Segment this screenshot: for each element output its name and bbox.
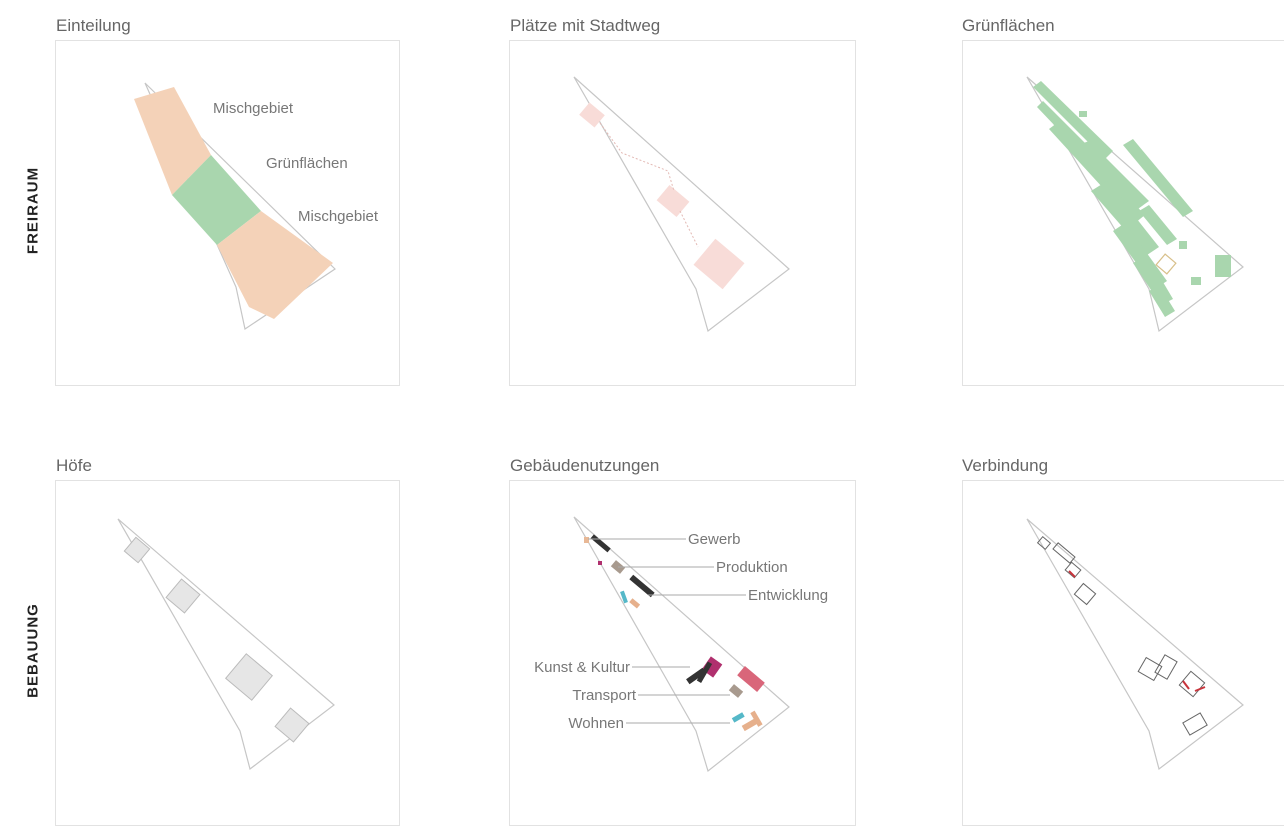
label-transport: Transport	[572, 687, 636, 704]
site-outline	[1026, 518, 1244, 771]
panel-hoefe	[55, 480, 400, 826]
panel-gruenflaechen	[962, 40, 1284, 386]
label-entwicklung: Entwicklung	[748, 587, 828, 604]
plaetze-diagram	[573, 76, 790, 333]
green-patch-2	[1191, 277, 1201, 285]
building-gewerb	[584, 537, 589, 543]
panel-title-einteilung: Einteilung	[56, 16, 131, 35]
panel-title-gebaeude: Gebäudenutzungen	[510, 456, 660, 475]
gruenflaechen-diagram	[1026, 76, 1244, 333]
building-accent-dot	[598, 561, 602, 565]
gebaeude-diagram: Gewerb Produktion Entwicklung Kunst & Ku…	[534, 516, 828, 773]
label-gruenflaechen: Grünflächen	[266, 155, 348, 172]
row-label-bebauung: BEBAUUNG	[24, 603, 42, 698]
label-produktion: Produktion	[716, 559, 788, 576]
row-label-freiraum: FREIRAUM	[24, 166, 42, 255]
panel-einteilung: Mischgebiet Grünflächen Mischgebiet	[55, 40, 400, 386]
panel-title-verbindung: Verbindung	[962, 456, 1049, 475]
label-mischgebiet-1: Mischgebiet	[213, 100, 294, 117]
panel-title-plaetze: Plätze mit Stadtweg	[510, 16, 661, 35]
label-mischgebiet-2: Mischgebiet	[298, 208, 379, 225]
green-patch-3	[1079, 111, 1087, 117]
panel-verbindung	[962, 480, 1284, 826]
green-patch-4	[1179, 241, 1187, 249]
einteilung-diagram: Mischgebiet Grünflächen Mischgebiet	[134, 82, 379, 330]
panel-title-gruenflaechen: Grünflächen	[962, 16, 1055, 35]
hoefe-diagram	[117, 518, 335, 771]
panel-plaetze	[509, 40, 856, 386]
label-kultur: Kunst & Kultur	[534, 659, 630, 676]
label-wohnen: Wohnen	[568, 715, 624, 732]
verbindung-diagram	[1026, 518, 1244, 771]
green-patch-1	[1215, 255, 1231, 277]
panel-gebaeude: Gewerb Produktion Entwicklung Kunst & Ku…	[509, 480, 856, 826]
panel-title-hoefe: Höfe	[56, 456, 92, 475]
label-gewerb: Gewerb	[688, 531, 741, 548]
site-outline	[573, 516, 790, 773]
